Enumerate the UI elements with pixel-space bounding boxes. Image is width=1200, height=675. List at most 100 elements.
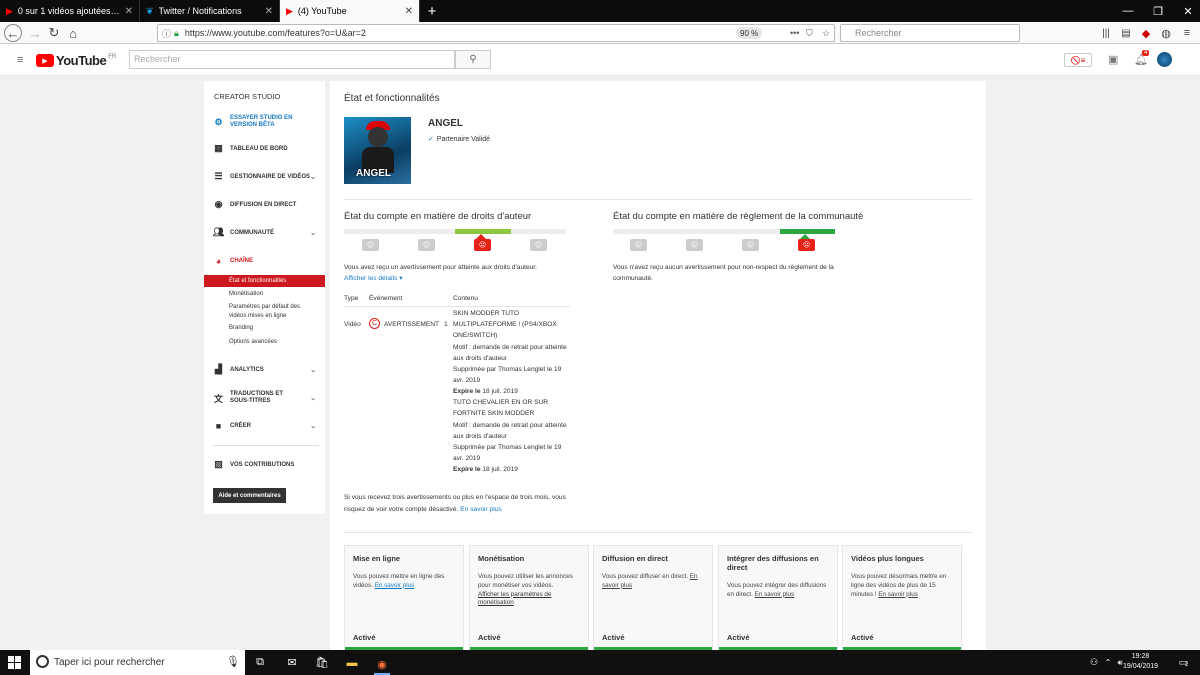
sidebar-subitem-branding[interactable]: Branding — [204, 325, 325, 331]
forward-icon[interactable]: → — [26, 24, 44, 42]
reload-icon[interactable]: ↻ — [45, 24, 63, 42]
back-icon[interactable]: ← — [4, 24, 22, 42]
youtube-logo[interactable]: ▶ YouTube FR — [36, 53, 116, 68]
search-icon[interactable]: ⚲ — [455, 50, 491, 69]
language-flag-icon[interactable]: 🚫≡ — [1064, 53, 1092, 67]
dashboard-icon: ▦ — [214, 143, 223, 153]
sidebar-subitem-advanced[interactable]: Options avancées — [204, 339, 325, 345]
windows-start-icon[interactable] — [8, 656, 21, 669]
zoom-level[interactable]: 90 % — [736, 27, 763, 39]
video-manager-icon: ☰ — [214, 171, 223, 181]
partner-status: ✓ Partenaire Validé — [428, 136, 491, 143]
youtube-header: ≡ ▶ YouTube FR Rechercher ⚲ 🚫≡ ▣ 🔔︎ 4 — [0, 44, 1200, 76]
mail-icon[interactable]: ✉ — [284, 655, 300, 670]
copyright-strike-faces: ☹ ☹ ☹ ☹ — [362, 239, 586, 251]
close-window-icon[interactable]: ✕ — [1170, 0, 1200, 22]
upload-video-icon[interactable]: ▣ — [1108, 53, 1118, 66]
library-icon[interactable]: ||| — [1097, 24, 1115, 42]
sidebar-subitem-status[interactable]: État et fonctionnalités — [204, 275, 325, 287]
close-tab-icon[interactable]: ✕ — [265, 6, 273, 17]
youtube-favicon-icon: ▶ — [286, 5, 293, 16]
video1-removed: Supprimée par Thomas Lenglet le 19 avr. … — [453, 366, 562, 385]
extension-icon[interactable]: ◆ — [1137, 24, 1155, 42]
url-bar[interactable]: ⓘ 🔒︎ https://www.youtube.com/features?o=… — [157, 24, 835, 42]
video1-title-link[interactable]: SKIN MODDER TUTO MULTIPLATEFORME ! (PS4/… — [453, 308, 568, 342]
learn-more-link[interactable]: En savoir plus — [755, 591, 795, 598]
url-text[interactable]: https://www.youtube.com/features?o=U&ar=… — [185, 28, 366, 38]
sidebar-item-live[interactable]: ◉ DIFFUSION EN DIRECT — [204, 199, 325, 210]
file-explorer-icon[interactable]: ▬ — [344, 655, 360, 670]
sidebar-item-translations[interactable]: 文 TRADUCTIONS ET SOUS-TITRES ⌄ — [204, 391, 325, 405]
pocket-icon[interactable]: ⛉ — [806, 28, 813, 39]
video1-reason: Motif : demande de retrait pour atteinte… — [453, 344, 567, 363]
sidebar-item-channel[interactable]: ◕ CHAÎNE — [204, 255, 325, 266]
close-tab-icon[interactable]: ✕ — [125, 6, 133, 17]
page-actions-icon[interactable]: ••• — [790, 28, 799, 38]
sidebar-item-contributions[interactable]: ▧ VOS CONTRIBUTIONS — [204, 459, 325, 470]
cortana-icon — [36, 655, 49, 668]
learn-more-link[interactable]: En savoir plus — [460, 506, 501, 513]
neutral-face-icon: ☹ — [418, 239, 435, 251]
learn-more-link[interactable]: En savoir plus — [375, 582, 415, 589]
community-message: Vous n'avez reçu aucun avertissement pou… — [613, 264, 834, 282]
menu-icon[interactable]: ≡ — [1178, 24, 1196, 42]
community-icon: 👥︎ — [212, 227, 225, 237]
browser-tab-bar: ▶ 0 sur 1 vidéos ajoutées - YouTu ✕ ❦ Tw… — [0, 0, 1200, 22]
col-event: Événement — [369, 295, 403, 302]
live-icon: ◉ — [214, 199, 223, 209]
youtube-search-input[interactable]: Rechercher — [129, 50, 455, 69]
sidebar-item-community[interactable]: 👥︎ COMMUNAUTÉ ⌄ — [204, 227, 325, 238]
channel-avatar[interactable]: ANGEL — [344, 117, 411, 184]
avatar[interactable] — [1157, 52, 1172, 67]
youtube-play-icon: ▶ — [36, 54, 54, 67]
browser-tab-active[interactable]: ▶ (4) YouTube ✕ — [280, 0, 420, 22]
strike-face-icon: ☹ — [474, 239, 491, 251]
bookmark-star-icon[interactable]: ☆ — [822, 28, 830, 39]
community-strike-faces: ☹ ☹ ☹ ☹ — [630, 239, 854, 251]
store-icon[interactable]: 🛍︎ — [314, 655, 330, 670]
action-center-icon[interactable]: ▭ — [1175, 655, 1191, 670]
sidebar-icon[interactable]: ▤ — [1117, 24, 1135, 42]
lock-icon: 🔒︎ — [174, 27, 179, 38]
globe-icon[interactable]: ◍ — [1157, 24, 1175, 42]
community-status-title: État du compte en matière de règlement d… — [613, 211, 864, 222]
sidebar-subitem-monetization[interactable]: Monétisation — [204, 291, 325, 297]
sidebar-item-create[interactable]: ■ CRÉER ⌄ — [204, 420, 325, 431]
browser-tab[interactable]: ❦ Twitter / Notifications ✕ — [140, 0, 280, 22]
firefox-icon[interactable]: ◉ — [374, 655, 390, 675]
sidebar-item-dashboard[interactable]: ▦ TABLEAU DE BORD — [204, 143, 325, 154]
video1-expiry: Expire le 18 juil. 2019 — [453, 388, 518, 395]
channel-icon: ◕ — [215, 255, 222, 266]
create-icon: ■ — [215, 420, 222, 431]
sidebar-subitem-upload-defaults[interactable]: Paramètres par défaut des vidéos mises e… — [204, 303, 309, 320]
home-icon[interactable]: ⌂ — [64, 24, 82, 42]
channel-name: ANGEL — [428, 118, 463, 129]
taskbar-clock[interactable]: 19:28 19/04/2019 — [1123, 652, 1158, 672]
close-tab-icon[interactable]: ✕ — [405, 6, 413, 17]
video2-reason: Motif : demande de retrait pour atteinte… — [453, 422, 567, 441]
notification-count-badge: 2 — [1185, 662, 1189, 668]
show-details-link[interactable]: Afficher les détails ▾ — [344, 273, 403, 284]
sidebar-item-video-manager[interactable]: ☰ GESTIONNAIRE DE VIDÉOS ⌄ — [204, 171, 325, 182]
chevron-down-icon: ⌄ — [310, 395, 316, 402]
browser-search-input[interactable]: Rechercher — [840, 24, 1020, 42]
hamburger-icon[interactable]: ≡ — [17, 54, 23, 66]
video2-removed: Supprimée par Thomas Lenglet le 19 avr. … — [453, 444, 562, 463]
new-tab-icon[interactable]: + — [420, 0, 444, 22]
sidebar-divider — [213, 445, 319, 446]
microphone-icon[interactable]: 🎙︎ — [226, 655, 240, 668]
sidebar-item-beta[interactable]: ⚙ ESSAYER STUDIO EN VERSION BÊTA — [204, 115, 325, 129]
chevron-down-icon: ⌄ — [310, 422, 316, 430]
info-icon[interactable]: ⓘ — [162, 27, 171, 40]
help-feedback-button[interactable]: Aide et commentaires — [213, 488, 286, 503]
row-count: 1 — [444, 321, 448, 328]
learn-more-link[interactable]: En savoir plus — [878, 591, 918, 598]
task-view-icon[interactable]: ⧉ — [252, 655, 268, 670]
browser-tab[interactable]: ▶ 0 sur 1 vidéos ajoutées - YouTu ✕ — [0, 0, 140, 22]
col-type: Type — [344, 295, 359, 302]
taskbar-search-input[interactable]: Taper ici pour rechercher 🎙︎ — [30, 650, 245, 675]
video2-title-link[interactable]: TUTO CHEVALIER EN OR SUR FORTNITE SKIN M… — [453, 397, 568, 419]
sidebar-item-analytics[interactable]: ▟ ANALYTICS ⌄ — [204, 364, 325, 375]
monetization-settings-link[interactable]: Afficher les paramètres de monétisation — [478, 591, 584, 609]
copyright-icon: C — [369, 318, 380, 329]
